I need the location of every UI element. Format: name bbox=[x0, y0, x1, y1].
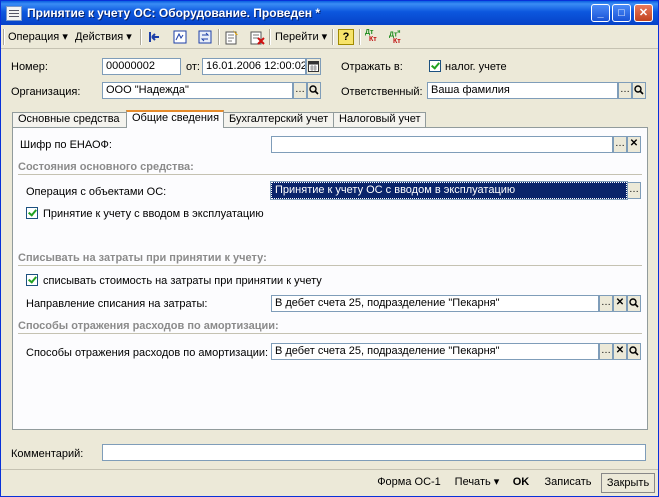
select-ellipsis-button[interactable]: … bbox=[599, 343, 613, 360]
general-info-panel: Шифр по ЕНАОФ: … ✕ Состояния основного с… bbox=[12, 127, 648, 430]
amortization-section-title: Способы отражения расходов по амортизаци… bbox=[18, 320, 279, 332]
commissioning-label: Принятие к учету с вводом в эксплуатацию bbox=[43, 208, 264, 220]
actions-menu-label: Действия bbox=[75, 31, 124, 43]
number-label: Номер: bbox=[11, 61, 48, 73]
kt-label: Кт bbox=[369, 36, 377, 43]
unpost-document-icon[interactable] bbox=[249, 29, 265, 45]
tax-mark: н bbox=[397, 29, 401, 35]
organization-field[interactable]: ООО "Надежда" bbox=[102, 82, 293, 99]
chevron-down-icon: ▾ bbox=[321, 31, 328, 43]
dt-label: Дт bbox=[365, 29, 374, 36]
commissioning-checkbox[interactable] bbox=[26, 207, 38, 219]
writeoff-checkbox[interactable] bbox=[26, 274, 38, 286]
select-ellipsis-button[interactable]: … bbox=[613, 136, 627, 153]
tab-fixed-assets[interactable]: Основные средства bbox=[12, 112, 128, 127]
document-window: Принятие к учету ОС: Оборудование. Прове… bbox=[0, 0, 659, 497]
operation-menu-label: Операция bbox=[8, 31, 60, 43]
date-field[interactable]: 16.01.2006 12:00:02 bbox=[202, 58, 306, 75]
search-icon[interactable] bbox=[627, 343, 641, 360]
amortization-field[interactable]: В дебет счета 25, подразделение "Пекарня… bbox=[271, 343, 599, 360]
bottom-button-bar: Форма ОС-1 Печать ▾ OK Записать Закрыть bbox=[1, 469, 658, 497]
help-icon[interactable]: ? bbox=[338, 29, 354, 45]
comment-label: Комментарий: bbox=[11, 448, 84, 460]
operation-menu[interactable]: Операция ▾ bbox=[8, 29, 68, 45]
save-button[interactable]: Записать bbox=[539, 473, 597, 493]
writeoff-direction-field[interactable]: В дебет счета 25, подразделение "Пекарня… bbox=[271, 295, 599, 312]
actions-menu[interactable]: Действия ▾ bbox=[75, 29, 132, 45]
chevron-down-icon: ▾ bbox=[493, 476, 500, 488]
tab-general-info[interactable]: Общие сведения bbox=[126, 110, 224, 128]
close-window-button[interactable]: ✕ bbox=[634, 4, 653, 22]
window-title: Принятие к учету ОС: Оборудование. Прове… bbox=[27, 6, 321, 20]
clear-icon[interactable]: ✕ bbox=[613, 343, 627, 360]
operation-select[interactable]: Принятие к учету ОС с вводом в эксплуата… bbox=[270, 181, 628, 200]
tax-accounting-checkbox[interactable] bbox=[429, 60, 441, 72]
tab-accounting[interactable]: Бухгалтерский учет bbox=[223, 112, 334, 127]
select-ellipsis-button[interactable]: … bbox=[599, 295, 613, 312]
print-button-label: Печать bbox=[454, 476, 491, 488]
maximize-button[interactable]: □ bbox=[612, 4, 631, 22]
select-ellipsis-button[interactable]: … bbox=[293, 82, 307, 99]
goto-menu[interactable]: Перейти ▾ bbox=[275, 29, 327, 45]
edit-document-icon[interactable] bbox=[172, 29, 188, 45]
select-ellipsis-button[interactable]: … bbox=[627, 182, 641, 199]
tax-accounting-label: налог. учете bbox=[445, 61, 507, 73]
print-menu-button[interactable]: Печать ▾ bbox=[451, 473, 503, 493]
form-os1-button[interactable]: Форма ОС-1 bbox=[373, 473, 445, 493]
refresh-icon[interactable] bbox=[197, 29, 213, 45]
toolbar-grip bbox=[3, 29, 5, 45]
search-icon[interactable] bbox=[632, 82, 646, 99]
operation-label: Операция с объектами ОС: bbox=[26, 186, 167, 198]
toolbar: Операция ▾ Действия ▾ Перейти ▾ ? Дт Кт … bbox=[1, 26, 658, 49]
clear-icon[interactable]: ✕ bbox=[627, 136, 641, 153]
toolbar-separator bbox=[218, 29, 220, 45]
post-document-icon[interactable] bbox=[224, 29, 240, 45]
responsible-label: Ответственный: bbox=[341, 86, 423, 98]
chevron-down-icon: ▾ bbox=[62, 31, 68, 43]
tab-tax-accounting[interactable]: Налоговый учет bbox=[333, 112, 426, 127]
toolbar-separator bbox=[359, 29, 361, 45]
document-icon bbox=[6, 6, 22, 21]
writeoff-label: списывать стоимость на затраты при приня… bbox=[43, 275, 322, 287]
amortization-label: Способы отражения расходов по амортизаци… bbox=[26, 347, 269, 359]
search-icon[interactable] bbox=[307, 82, 321, 99]
expense-section-title: Списывать на затраты при принятии к учет… bbox=[18, 252, 267, 264]
date-label: от: bbox=[186, 61, 200, 73]
calendar-icon[interactable] bbox=[306, 58, 321, 75]
goto-menu-label: Перейти bbox=[275, 31, 319, 43]
asset-state-section-title: Состояния основного средства: bbox=[18, 161, 194, 173]
close-button[interactable]: Закрыть bbox=[601, 473, 655, 493]
responsible-field[interactable]: Ваша фамилия bbox=[427, 82, 618, 99]
shifr-enaof-field[interactable] bbox=[271, 136, 613, 153]
toolbar-separator bbox=[332, 29, 334, 45]
dt-kt-postings-icon[interactable]: Дт Кт bbox=[365, 29, 381, 45]
reflect-in-label: Отражать в: bbox=[341, 61, 403, 73]
section-divider bbox=[18, 174, 642, 175]
organization-label: Организация: bbox=[11, 86, 81, 98]
chevron-down-icon: ▾ bbox=[126, 31, 132, 43]
kt-label: Кт bbox=[393, 38, 401, 46]
section-divider bbox=[18, 265, 642, 266]
select-ellipsis-button[interactable]: … bbox=[618, 82, 632, 99]
minimize-button[interactable]: _ bbox=[591, 4, 610, 22]
clear-icon[interactable]: ✕ bbox=[613, 295, 627, 312]
comment-field[interactable] bbox=[102, 444, 646, 461]
search-icon[interactable] bbox=[627, 295, 641, 312]
title-bar[interactable]: Принятие к учету ОС: Оборудование. Прове… bbox=[1, 1, 658, 25]
ok-button[interactable]: OK bbox=[508, 473, 534, 493]
writeoff-direction-label: Направление списания на затраты: bbox=[26, 298, 208, 310]
dt-kt-tax-postings-icon[interactable]: Дтн Кт bbox=[389, 29, 407, 45]
shifr-enaof-label: Шифр по ЕНАОФ: bbox=[20, 139, 112, 151]
toolbar-separator bbox=[140, 29, 142, 45]
section-divider bbox=[18, 333, 642, 334]
back-arrow-icon[interactable] bbox=[147, 29, 163, 45]
toolbar-separator bbox=[269, 29, 271, 45]
number-field[interactable]: 00000002 bbox=[102, 58, 181, 75]
